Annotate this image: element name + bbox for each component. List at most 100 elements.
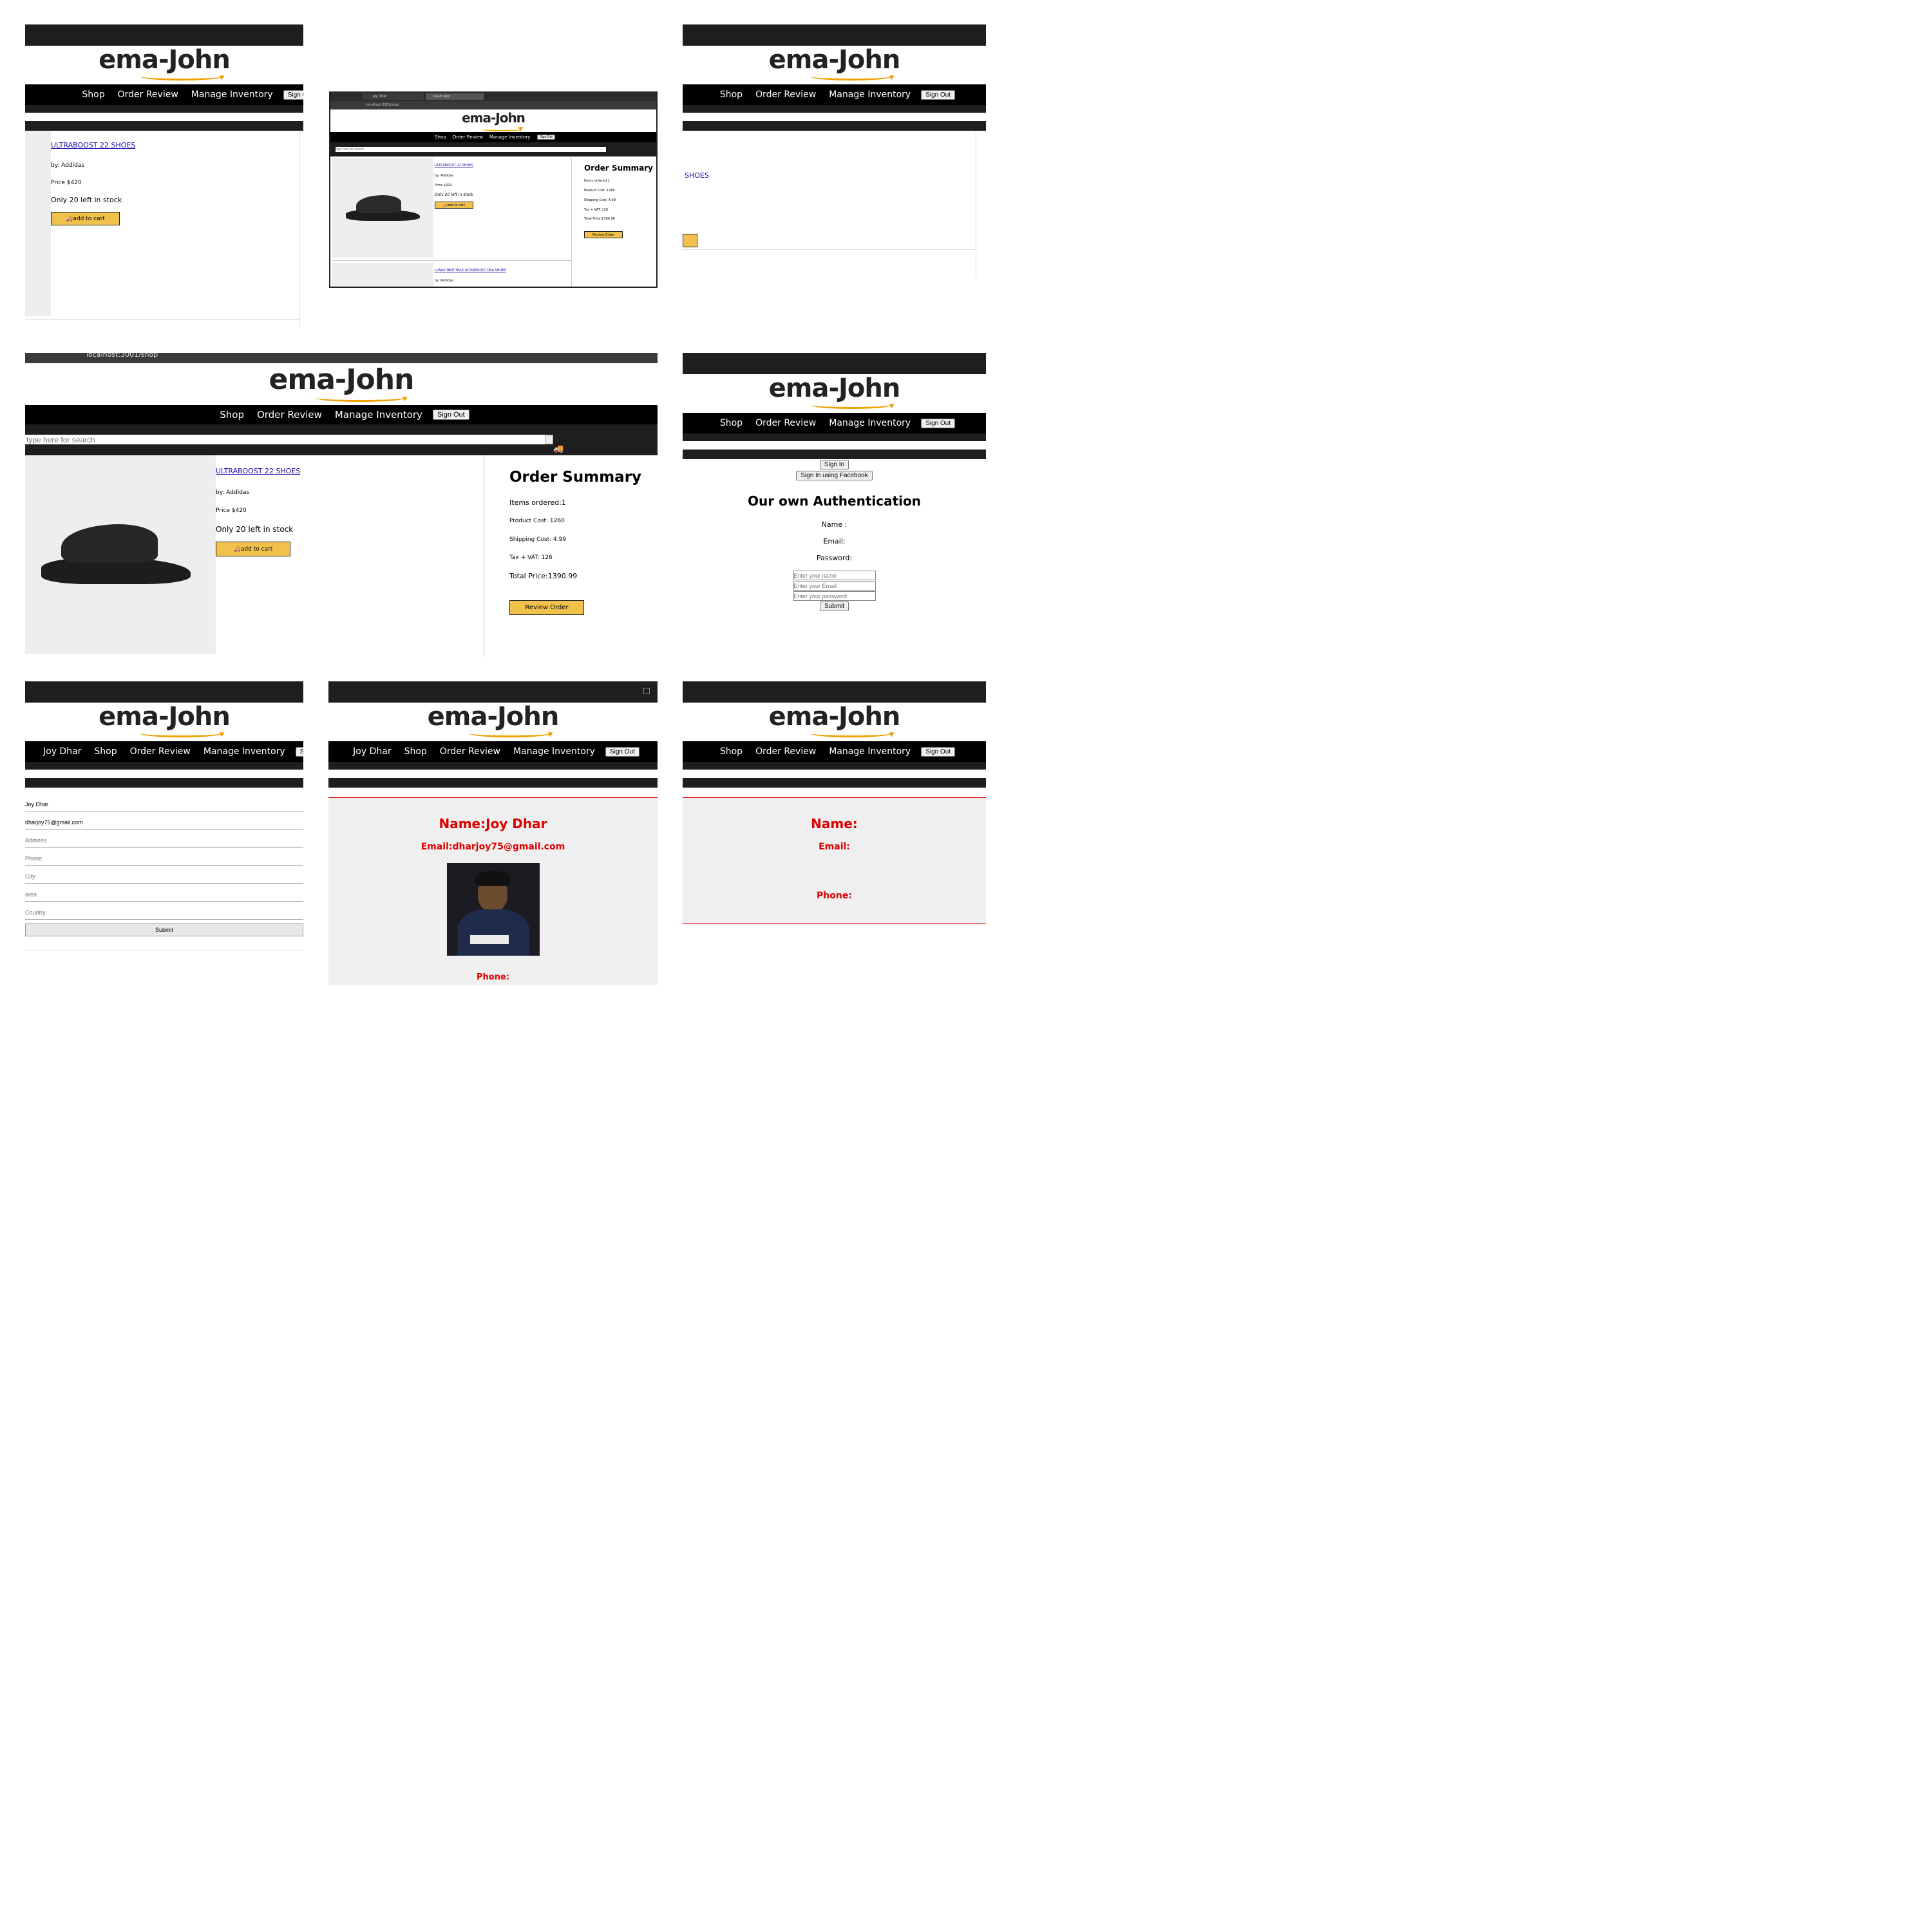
- cart-icon[interactable]: 🚚: [553, 444, 564, 454]
- add-to-cart-button[interactable]: [683, 234, 697, 247]
- url-text: localhost:3001/shop: [366, 103, 399, 107]
- search-input[interactable]: [25, 435, 545, 444]
- product-price: Price $420: [435, 184, 452, 187]
- product-name-link[interactable]: SHOES: [685, 171, 709, 180]
- product-price: Price $420: [51, 180, 82, 186]
- nav-manage-inventory[interactable]: Manage Inventory: [829, 90, 911, 100]
- add-to-cart-button[interactable]: 🚚 add to cart: [216, 542, 290, 556]
- sign-out-button[interactable]: Sign Out: [921, 90, 956, 100]
- name-field[interactable]: [793, 571, 876, 580]
- nav-order-review[interactable]: Order Review: [118, 90, 178, 100]
- sign-in-facebook-button[interactable]: Sign In using Facebook: [796, 471, 873, 480]
- main-nav: Shop Order Review Manage Inventory Sign …: [683, 413, 986, 433]
- add-to-cart-button[interactable]: 🚚 add to cart: [435, 202, 473, 209]
- nav-order-review[interactable]: Order Review: [257, 409, 322, 421]
- product-image: [332, 158, 433, 258]
- sign-out-button[interactable]: Sign Out: [537, 135, 555, 140]
- name-field[interactable]: [25, 797, 303, 811]
- summary-shipping: Shipping Cost: 4.99: [584, 198, 616, 202]
- nav-manage-inventory[interactable]: Manage Inventory: [829, 418, 911, 428]
- sign-out-button[interactable]: Sign Out: [283, 90, 303, 100]
- email-field[interactable]: [793, 581, 876, 591]
- review-order-button[interactable]: Review Order: [509, 600, 584, 615]
- email-field[interactable]: [25, 815, 303, 829]
- password-field[interactable]: [793, 591, 876, 601]
- nav-order-review[interactable]: Order Review: [453, 135, 483, 140]
- panel-profile-empty: ema-John Shop Order Review Manage Invent…: [683, 681, 986, 926]
- submit-button[interactable]: Submit: [819, 601, 849, 611]
- top-bar: [328, 681, 658, 703]
- panel-shop-cropped: ema-John Shop Order Review Manage Invent…: [25, 24, 303, 328]
- nav-shop[interactable]: Shop: [94, 746, 117, 757]
- search-input[interactable]: [336, 147, 606, 152]
- nav-shop[interactable]: Shop: [435, 135, 446, 140]
- extension-icon[interactable]: [643, 688, 650, 694]
- address-field[interactable]: [25, 833, 303, 848]
- product-name-link[interactable]: ULTRABOOST 22 SHOES: [216, 467, 300, 475]
- area-field[interactable]: [25, 887, 303, 902]
- search-bar-strip: [683, 121, 986, 131]
- nav-user[interactable]: Joy Dhar: [43, 746, 81, 757]
- product-name-link[interactable]: ULTRABOOST 22 SHOES: [51, 141, 135, 149]
- browser-tab-1[interactable]: Joy Dhar: [363, 93, 424, 100]
- nav-order-review[interactable]: Order Review: [755, 90, 816, 100]
- sign-out-button[interactable]: Sign Out: [921, 418, 956, 428]
- add-to-cart-button[interactable]: 🚚 add to cart: [51, 212, 120, 225]
- search-submit[interactable]: [545, 435, 553, 444]
- profile-card: Name: Email: Phone:: [683, 797, 986, 924]
- brand-logo: ema-John: [683, 45, 986, 80]
- browser-urlbar[interactable]: localhost:3001/shop: [25, 353, 658, 363]
- summary-tax: Tax + VAT: 126: [509, 554, 553, 561]
- nav-manage-inventory[interactable]: Manage Inventory: [513, 746, 595, 757]
- product2-brand: by: Addidas: [435, 279, 453, 283]
- sign-out-button[interactable]: Sign Out: [295, 746, 303, 757]
- nav-user[interactable]: Joy Dhar: [353, 746, 391, 757]
- top-bar: [25, 24, 303, 46]
- nav-manage-inventory[interactable]: Manage Inventory: [204, 746, 285, 757]
- nav-shop[interactable]: Shop: [720, 90, 743, 100]
- sign-out-button[interactable]: Sign Out: [432, 410, 469, 420]
- product-brand: by: Addidas: [51, 162, 85, 169]
- submit-button[interactable]: Submit: [25, 923, 303, 936]
- phone-field[interactable]: [25, 851, 303, 866]
- sign-out-button[interactable]: Sign Out: [921, 746, 956, 757]
- nav-shop[interactable]: Shop: [720, 746, 743, 757]
- nav-order-review[interactable]: Order Review: [755, 746, 816, 757]
- country-field[interactable]: [25, 905, 303, 920]
- product-name-link[interactable]: ULTRABOOST 22 SHOES: [435, 164, 473, 167]
- sign-in-button[interactable]: Sign In: [819, 460, 849, 469]
- nav-order-review[interactable]: Order Review: [130, 746, 191, 757]
- profile-avatar: [446, 863, 540, 956]
- nav-manage-inventory[interactable]: Manage Inventory: [191, 90, 273, 100]
- summary-title: Order Summary: [584, 164, 653, 173]
- browser-urlbar[interactable]: localhost:3001/shop: [330, 101, 656, 109]
- main-nav: Shop Order Review Manage Inventory Sign …: [683, 741, 986, 762]
- main-nav: Shop Order Review Manage Inventory Sign …: [330, 132, 656, 142]
- nav-manage-inventory[interactable]: Manage Inventory: [335, 409, 422, 421]
- auth-title: Our own Authentication: [748, 493, 921, 509]
- profile-email: Email:dharjoy75@gmail.com: [421, 842, 565, 852]
- nav-shop[interactable]: Shop: [720, 418, 743, 428]
- nav-shop[interactable]: Shop: [404, 746, 427, 757]
- panel-profile: ema-John Joy Dhar Shop Order Review Mana…: [328, 681, 658, 985]
- city-field[interactable]: [25, 869, 303, 884]
- nav-manage-inventory[interactable]: Manage Inventory: [829, 746, 911, 757]
- nav-shop[interactable]: Shop: [82, 90, 104, 100]
- sign-out-button[interactable]: Sign Out: [605, 746, 639, 757]
- summary-title: Order Summary: [509, 469, 642, 486]
- search-bar-strip: [683, 450, 986, 459]
- nav-under-bar: [25, 762, 303, 770]
- nav-order-review[interactable]: Order Review: [440, 746, 500, 757]
- nav-shop[interactable]: Shop: [220, 409, 244, 421]
- search-bar-strip: [25, 778, 303, 788]
- product2-name-link[interactable]: LUNAR NEW YEAR ULTRABOOST DNA SHOES: [435, 269, 506, 272]
- row-divider: [332, 260, 571, 261]
- panel-shop-right-cropped: ema-John Shop Order Review Manage Invent…: [683, 24, 986, 282]
- url-text: localhost:3001/shop: [86, 353, 158, 359]
- profile-name: Name:: [811, 816, 858, 831]
- nav-under-bar: [25, 105, 303, 113]
- nav-order-review[interactable]: Order Review: [755, 418, 816, 428]
- review-order-button[interactable]: Review Order: [584, 231, 623, 238]
- nav-manage-inventory[interactable]: Manage Inventory: [489, 135, 530, 140]
- browser-tab-2[interactable]: React App: [426, 93, 484, 100]
